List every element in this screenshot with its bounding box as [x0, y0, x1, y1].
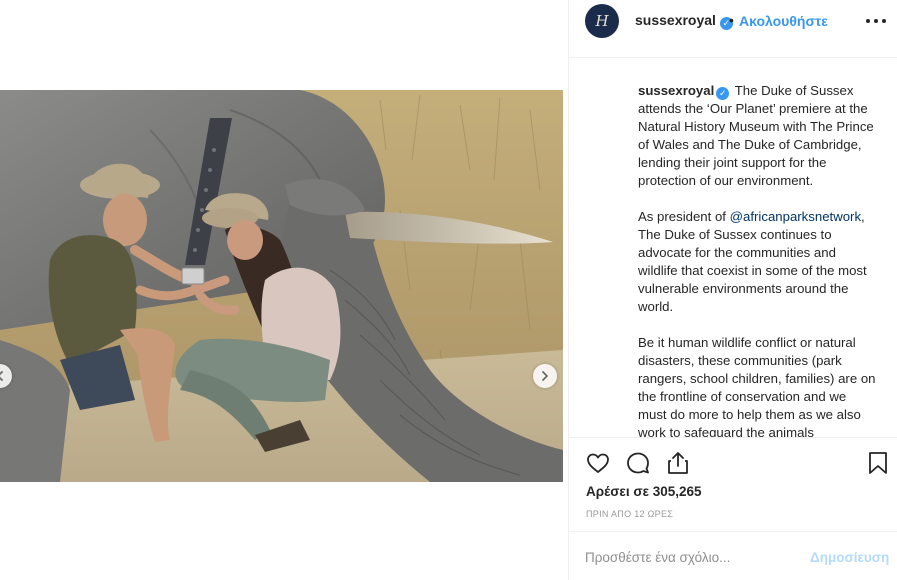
share-button[interactable]	[665, 450, 691, 476]
caption-text-3: Be it human wildlife conflict or natural…	[638, 335, 876, 438]
chevron-right-icon	[542, 371, 548, 381]
caption-text-2-prefix: As president of	[638, 209, 726, 224]
verified-badge-icon: ✓	[716, 87, 730, 100]
more-options-icon[interactable]	[866, 13, 886, 29]
more-dot	[866, 19, 870, 23]
post-comment-button[interactable]: Δημοσίευση	[810, 550, 889, 565]
post-side-panel: H sussexroyal ✓ • Ακολουθήστε sussexroyal…	[568, 0, 897, 580]
comment-form: Δημοσίευση	[569, 531, 897, 580]
caption-scroll-area[interactable]: sussexroyal ✓ The Duke of Sussex attends …	[569, 58, 897, 438]
post-photo[interactable]	[0, 90, 563, 482]
likes-count[interactable]: Αρέσει σε 305,265	[586, 484, 702, 499]
caption-paragraph-2: As president of @africanparksnetwork, Th…	[638, 208, 878, 316]
instagram-post: H sussexroyal ✓ • Ακολουθήστε sussexroyal…	[0, 0, 897, 580]
bookmark-icon	[869, 452, 887, 474]
caption-paragraph-3: Be it human wildlife conflict or natural…	[638, 334, 878, 438]
caption-text-2-suffix: , The Duke of Sussex continues to advoca…	[638, 209, 867, 314]
post-header: H sussexroyal ✓ • Ακολουθήστε	[569, 0, 897, 58]
more-dot	[874, 19, 878, 23]
next-photo-button[interactable]	[533, 364, 557, 388]
photo-illustration	[0, 90, 563, 482]
caption-text-1: The Duke of Sussex attends the ‘Our Plan…	[638, 83, 874, 188]
header-username-text: sussexroyal	[635, 12, 716, 28]
chevron-left-icon	[0, 371, 3, 381]
caption-paragraph-1: sussexroyal ✓ The Duke of Sussex attends …	[638, 82, 878, 190]
media-column	[0, 0, 563, 580]
comment-input[interactable]	[585, 547, 795, 567]
header-username[interactable]: sussexroyal ✓	[635, 12, 733, 30]
post-caption: sussexroyal ✓ The Duke of Sussex attends …	[638, 82, 878, 438]
heart-icon	[587, 453, 609, 473]
avatar[interactable]: H	[585, 4, 619, 38]
mention-link[interactable]: @africanparksnetwork	[730, 209, 861, 224]
comment-button[interactable]	[625, 450, 651, 476]
avatar-monogram: H	[595, 12, 609, 30]
save-button[interactable]	[865, 450, 891, 476]
comment-icon	[627, 452, 649, 474]
share-icon	[668, 452, 688, 474]
caption-username[interactable]: sussexroyal	[638, 83, 714, 98]
header-separator: •	[729, 12, 734, 28]
post-timestamp[interactable]: ΠΡΙΝ ΑΠΟ 12 ΩΡΕΣ	[586, 509, 673, 519]
post-actions: Αρέσει σε 305,265 ΠΡΙΝ ΑΠΟ 12 ΩΡΕΣ	[569, 437, 897, 533]
like-button[interactable]	[585, 450, 611, 476]
follow-button[interactable]: Ακολουθήστε	[739, 13, 828, 29]
more-dot	[882, 19, 886, 23]
